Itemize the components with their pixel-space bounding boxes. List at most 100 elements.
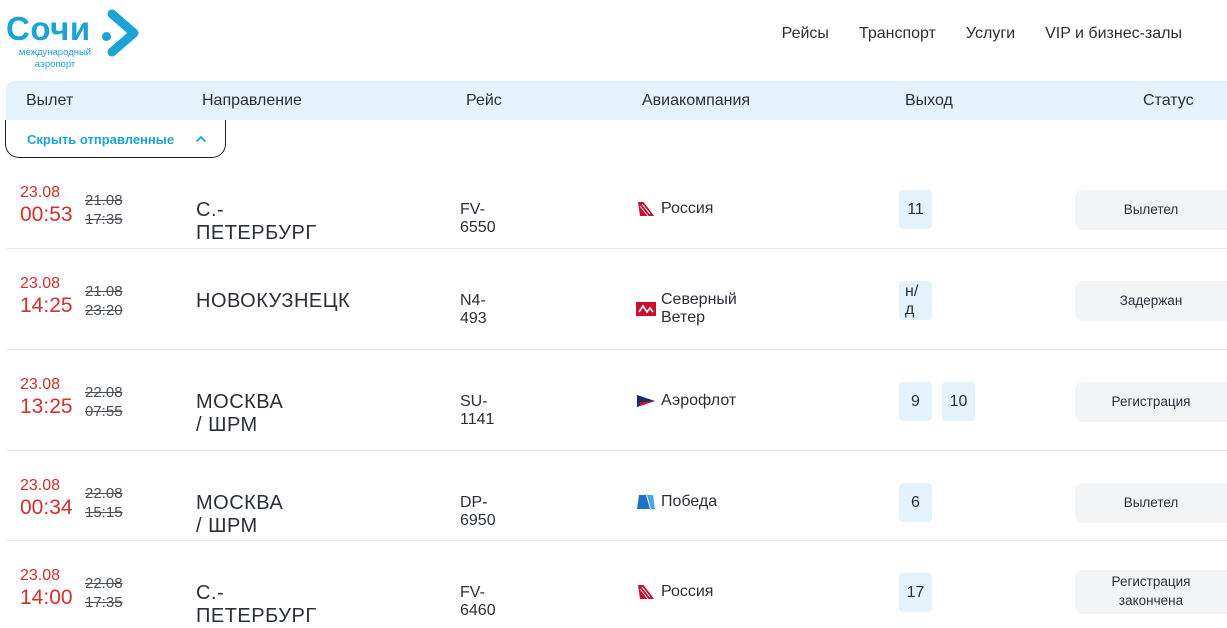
scheduled-date: 22.08 bbox=[85, 575, 123, 592]
gates: 6 bbox=[899, 483, 932, 522]
status-text: Вылетел bbox=[1123, 201, 1179, 217]
actual-date: 23.08 bbox=[20, 567, 61, 584]
gate-badge[interactable]: 11 bbox=[899, 190, 932, 229]
column-gate: Выход bbox=[905, 92, 953, 109]
actual-time: 14:25 bbox=[20, 294, 73, 317]
status-badge: Вылетел bbox=[1075, 483, 1227, 523]
column-status: Статус bbox=[1143, 92, 1194, 109]
logo-word: Сочи bbox=[6, 10, 91, 47]
actual-date: 23.08 bbox=[20, 477, 61, 494]
rossiya-logo bbox=[636, 200, 656, 218]
scheduled-date: 21.08 bbox=[85, 283, 123, 300]
nav-item-transport[interactable]: Транспорт bbox=[859, 25, 936, 43]
airline: Россия bbox=[636, 200, 713, 218]
scheduled-time: 15:15 bbox=[85, 504, 123, 521]
airline-name: Россия bbox=[661, 583, 714, 600]
flight-number[interactable]: DP-6950 bbox=[460, 494, 496, 530]
row-divider bbox=[6, 450, 1227, 451]
actual-departure: 23.08 14:00 bbox=[20, 567, 73, 609]
actual-date: 23.08 bbox=[20, 184, 61, 201]
airline-name: Аэрофлот bbox=[661, 392, 737, 409]
gates: н/д bbox=[899, 281, 932, 320]
logo-subtitle-line1: международный bbox=[18, 47, 92, 58]
scheduled-date: 22.08 bbox=[85, 384, 123, 401]
status-text: Задержан bbox=[1119, 292, 1183, 308]
destination[interactable]: С.-ПЕТЕРБУРГ bbox=[196, 199, 317, 245]
status-text: Регистрация bbox=[1111, 393, 1191, 409]
flight-number[interactable]: N4-493 bbox=[460, 292, 487, 328]
logo-chevron-icon bbox=[107, 9, 139, 57]
status-text: Вылетел bbox=[1123, 494, 1179, 510]
flight-number[interactable]: FV-6550 bbox=[460, 201, 496, 237]
table-header: Вылет Направление Рейс Авиакомпания Выхо… bbox=[6, 81, 1227, 120]
logo-subtitle: международный аэропорт bbox=[10, 47, 100, 71]
chevron-up-icon bbox=[196, 136, 206, 142]
scheduled-time: 17:35 bbox=[85, 594, 123, 611]
actual-date: 23.08 bbox=[20, 376, 61, 393]
flight-number[interactable]: SU-1141 bbox=[460, 393, 494, 429]
actual-time: 14:00 bbox=[20, 586, 73, 609]
column-flight: Рейс bbox=[466, 92, 502, 109]
actual-departure: 23.08 00:34 bbox=[20, 477, 73, 519]
pobeda-logo bbox=[636, 493, 656, 511]
actual-time: 00:53 bbox=[20, 203, 73, 226]
airline: Аэрофлот bbox=[636, 392, 736, 410]
scheduled-departure: 22.08 15:15 bbox=[85, 486, 123, 520]
flight-number[interactable]: FV-6460 bbox=[460, 584, 496, 620]
gates: 17 bbox=[899, 573, 932, 612]
scheduled-time: 23:20 bbox=[85, 302, 123, 319]
destination[interactable]: МОСКВА / ШРМ bbox=[196, 492, 283, 538]
airline-name: Россия bbox=[661, 200, 714, 217]
row-divider bbox=[6, 540, 1227, 541]
destination[interactable]: С.-ПЕТЕРБУРГ bbox=[196, 582, 317, 628]
actual-date: 23.08 bbox=[20, 275, 61, 292]
hide-departed-button[interactable]: Скрыть отправленные bbox=[5, 120, 226, 158]
status-badge: Вылетел bbox=[1075, 190, 1227, 230]
status-badge: Регистрация bbox=[1075, 382, 1227, 422]
actual-departure: 23.08 14:25 bbox=[20, 275, 73, 317]
nav-item-vip-lounges[interactable]: VIP и бизнес-залы bbox=[1045, 25, 1182, 43]
gate-badge[interactable]: 6 bbox=[899, 483, 932, 522]
scheduled-date: 21.08 bbox=[85, 192, 123, 209]
scheduled-departure: 22.08 07:55 bbox=[85, 385, 123, 419]
gates: 9 10 bbox=[899, 382, 975, 421]
destination[interactable]: НОВОКУЗНЕЦК bbox=[196, 290, 350, 313]
column-airline: Авиакомпания bbox=[642, 92, 751, 109]
hide-departed-label: Скрыть отправленные bbox=[27, 132, 175, 147]
actual-departure: 23.08 13:25 bbox=[20, 376, 73, 418]
actual-time: 00:34 bbox=[20, 496, 73, 519]
scheduled-departure: 21.08 17:35 bbox=[85, 193, 123, 227]
scheduled-time: 17:35 bbox=[85, 211, 123, 228]
status-badge: Задержан bbox=[1075, 281, 1227, 321]
airline-name: Победа bbox=[661, 493, 718, 510]
column-direction: Направление bbox=[202, 92, 302, 109]
logo-subtitle-line2: аэропорт bbox=[34, 59, 76, 70]
scheduled-departure: 22.08 17:35 bbox=[85, 576, 123, 610]
nav-item-flights[interactable]: Рейсы bbox=[782, 25, 829, 43]
main-nav: Рейсы Транспорт Услуги VIP и бизнес-залы bbox=[782, 25, 1182, 43]
nordwind-logo bbox=[636, 300, 656, 318]
site-header: Сочи международный аэропорт Рейсы Трансп… bbox=[0, 0, 1227, 80]
aeroflot-logo bbox=[636, 392, 656, 410]
status-badge: Регистрация закончена bbox=[1075, 570, 1227, 614]
gate-badge[interactable]: н/д bbox=[899, 281, 932, 320]
actual-departure: 23.08 00:53 bbox=[20, 184, 73, 226]
gate-badge[interactable]: 10 bbox=[942, 382, 975, 421]
airline: Россия bbox=[636, 583, 713, 601]
airline: Северный Ветер bbox=[636, 291, 737, 327]
scheduled-departure: 21.08 23:20 bbox=[85, 284, 123, 318]
sochi-airport-logo[interactable]: Сочи международный аэропорт bbox=[6, 6, 146, 74]
gate-badge[interactable]: 9 bbox=[899, 382, 932, 421]
scheduled-date: 22.08 bbox=[85, 485, 123, 502]
destination[interactable]: МОСКВА / ШРМ bbox=[196, 391, 283, 437]
airline-name: Северный Ветер bbox=[661, 291, 737, 326]
row-divider bbox=[6, 248, 1227, 249]
status-text: Регистрация закончена bbox=[1111, 574, 1191, 608]
rossiya-logo bbox=[636, 583, 656, 601]
actual-time: 13:25 bbox=[20, 395, 73, 418]
gate-badge[interactable]: 17 bbox=[899, 573, 932, 612]
nav-item-services[interactable]: Услуги bbox=[966, 25, 1015, 43]
row-divider bbox=[6, 349, 1227, 350]
scheduled-time: 07:55 bbox=[85, 403, 123, 420]
column-departure: Вылет bbox=[26, 92, 74, 109]
